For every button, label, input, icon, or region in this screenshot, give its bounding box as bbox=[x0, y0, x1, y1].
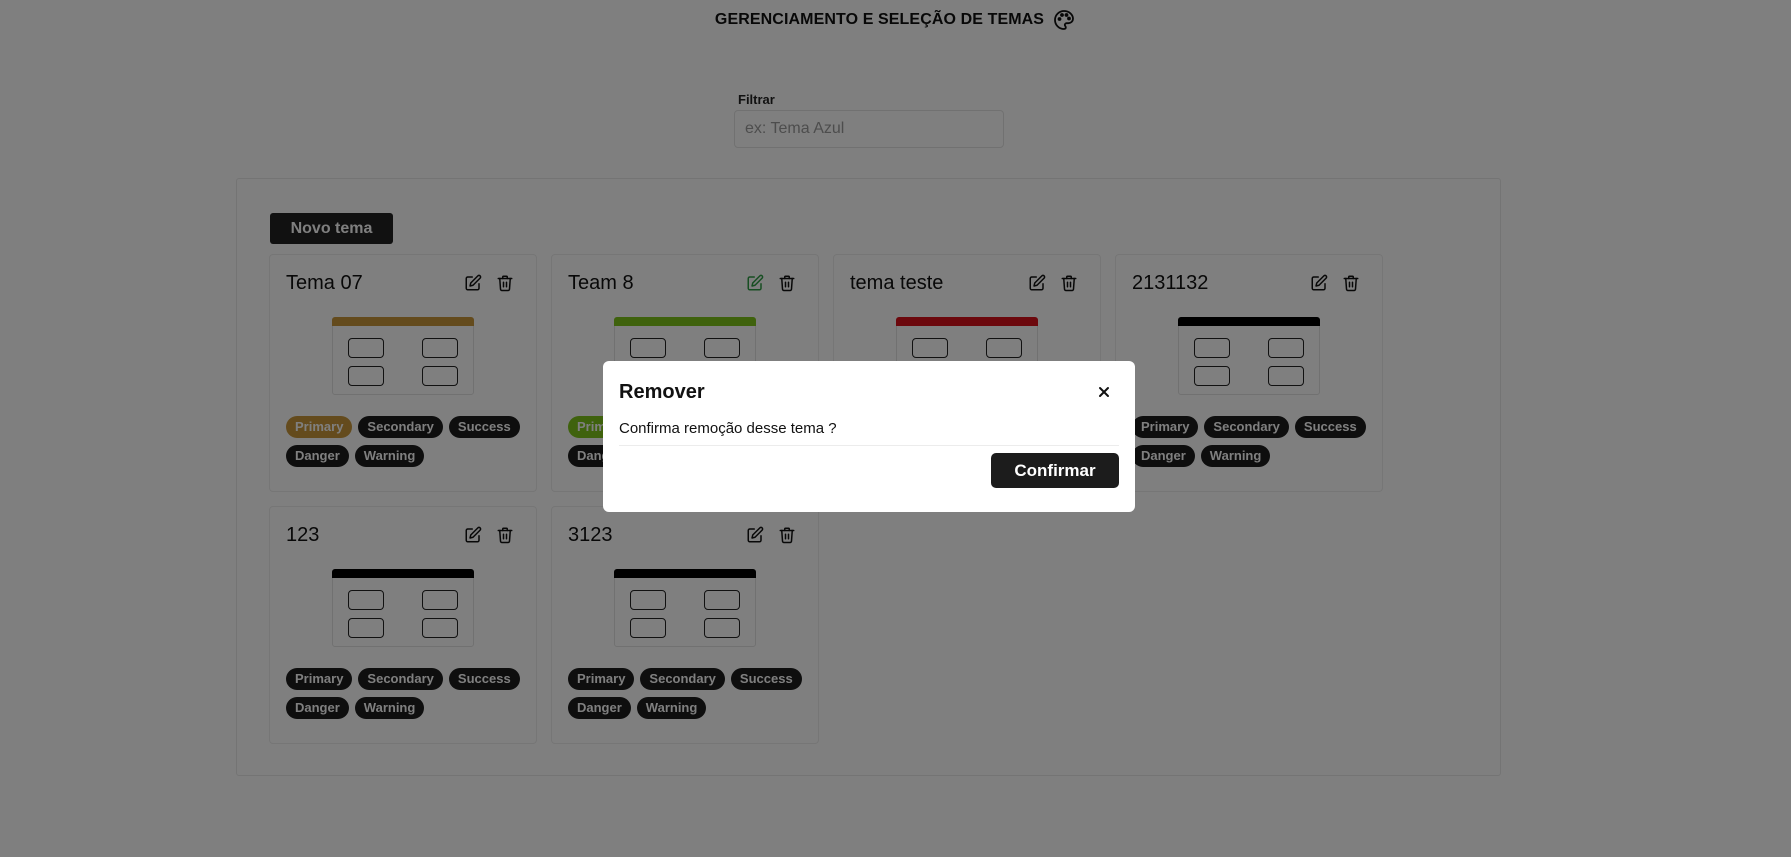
confirm-button[interactable]: Confirmar bbox=[991, 453, 1119, 488]
modal-title: Remover bbox=[619, 381, 705, 403]
remove-modal: Remover Confirma remoção desse tema ? Co… bbox=[603, 361, 1135, 512]
modal-message: Confirma remoção desse tema ? bbox=[619, 420, 837, 437]
modal-divider bbox=[619, 445, 1119, 446]
app-root: GERENCIAMENTO E SELEÇÃO DE TEMAS Filtrar… bbox=[0, 0, 1791, 857]
close-icon[interactable] bbox=[1097, 385, 1111, 399]
